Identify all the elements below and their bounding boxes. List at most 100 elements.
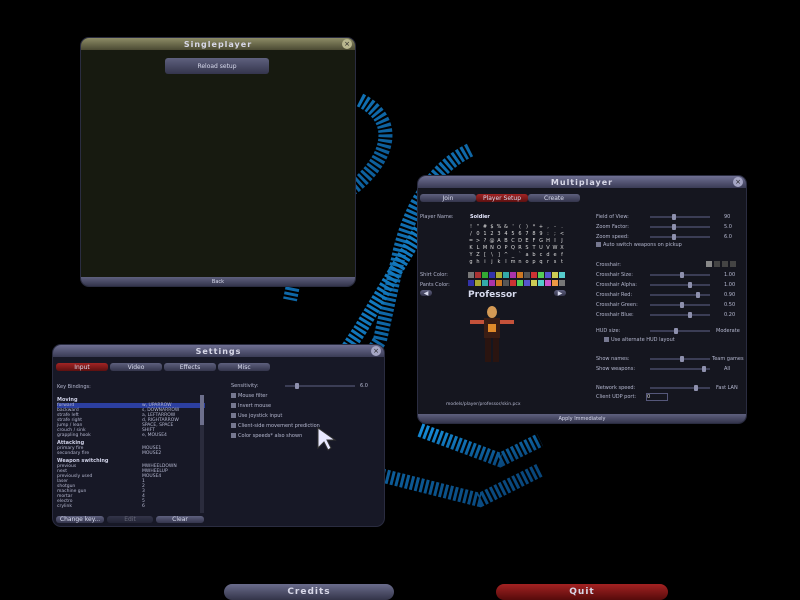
palette-glyph[interactable]: . (559, 224, 565, 230)
crosshair-setting-slider[interactable] (650, 302, 710, 308)
color-swatch[interactable] (531, 280, 537, 286)
palette-glyph[interactable]: F (531, 238, 537, 244)
color-swatch[interactable] (545, 272, 551, 278)
sensitivity-slider[interactable] (285, 383, 355, 389)
palette-glyph[interactable]: & (503, 224, 509, 230)
color-swatch[interactable] (559, 272, 565, 278)
palette-glyph[interactable]: h (475, 259, 481, 265)
edit-button[interactable]: Edit (107, 516, 153, 523)
palette-glyph[interactable]: l (503, 259, 509, 265)
key-binding-row[interactable]: secondary fire MOUSE2 (57, 451, 205, 456)
color-swatch[interactable] (475, 272, 481, 278)
color-swatch[interactable] (538, 272, 544, 278)
palette-glyph[interactable]: + (538, 224, 544, 230)
setting-slider[interactable] (650, 214, 710, 220)
palette-glyph[interactable]: 3 (496, 231, 502, 237)
palette-glyph[interactable]: ! (468, 224, 474, 230)
palette-glyph[interactable]: 0 (475, 231, 481, 237)
palette-glyph[interactable]: f (559, 252, 565, 258)
palette-glyph[interactable]: ; (552, 231, 558, 237)
multiplayer-titlebar[interactable]: Multiplayer (418, 176, 746, 188)
palette-glyph[interactable]: / (468, 231, 474, 237)
palette-glyph[interactable]: _ (510, 252, 516, 258)
palette-glyph[interactable]: b (531, 252, 537, 258)
palette-glyph[interactable]: Q (510, 245, 516, 251)
palette-glyph[interactable]: S (524, 245, 530, 251)
palette-glyph[interactable]: a (524, 252, 530, 258)
color-swatch[interactable] (468, 272, 474, 278)
player-name-field[interactable]: Soldier (470, 214, 490, 220)
tab-input[interactable]: Input (56, 363, 108, 371)
palette-glyph[interactable]: 4 (503, 231, 509, 237)
palette-glyph[interactable]: I (552, 238, 558, 244)
palette-glyph[interactable]: L (475, 245, 481, 251)
settings-checkbox[interactable]: Mouse filter (231, 393, 267, 399)
tab-player-setup[interactable]: Player Setup (476, 194, 528, 202)
apply-immediately-button[interactable]: Apply Immediately (418, 414, 746, 423)
palette-glyph[interactable]: ^ (503, 252, 509, 258)
palette-glyph[interactable]: o (524, 259, 530, 265)
palette-glyph[interactable]: C (510, 238, 516, 244)
palette-glyph[interactable]: Z (475, 252, 481, 258)
palette-glyph[interactable]: % (496, 224, 502, 230)
palette-glyph[interactable]: r (545, 259, 551, 265)
clear-button[interactable]: Clear (156, 516, 204, 523)
close-icon[interactable]: × (342, 39, 352, 49)
color-swatch[interactable] (531, 272, 537, 278)
settings-checkbox[interactable]: Invert mouse (231, 403, 271, 409)
palette-glyph[interactable]: ? (482, 238, 488, 244)
palette-glyph[interactable]: j (489, 259, 495, 265)
palette-glyph[interactable]: : (545, 231, 551, 237)
show-names-slider[interactable] (650, 356, 710, 362)
palette-glyph[interactable]: U (538, 245, 544, 251)
palette-glyph[interactable]: 9 (538, 231, 544, 237)
alt-hud-checkbox[interactable]: Use alternate HUD layout (604, 337, 675, 343)
character-palette[interactable]: ! " # $% & '() * +, -. /0 1 2 3 4 5 6 7 8 9:; < = >? @ A B C D E F G H… (468, 224, 568, 294)
palette-glyph[interactable]: E (524, 238, 530, 244)
palette-glyph[interactable]: # (482, 224, 488, 230)
palette-glyph[interactable]: 8 (531, 231, 537, 237)
settings-checkbox[interactable]: Color speeds* also shown (231, 433, 302, 439)
tab-create[interactable]: Create (528, 194, 580, 202)
palette-glyph[interactable]: W (552, 245, 558, 251)
palette-glyph[interactable]: N (489, 245, 495, 251)
color-swatch[interactable] (517, 280, 523, 286)
singleplayer-titlebar[interactable]: Singleplayer (81, 38, 355, 50)
crosshair-setting-slider[interactable] (650, 312, 710, 318)
tab-effects[interactable]: Effects (164, 363, 216, 371)
close-icon[interactable]: × (371, 346, 381, 356)
back-button[interactable]: Back (81, 277, 355, 286)
palette-glyph[interactable]: A (496, 238, 502, 244)
palette-glyph[interactable]: e (552, 252, 558, 258)
palette-glyph[interactable]: M (482, 245, 488, 251)
network-speed-slider[interactable] (650, 385, 710, 391)
model-next-button[interactable]: ▶ (554, 290, 566, 297)
palette-glyph[interactable]: i (482, 259, 488, 265)
palette-glyph[interactable]: m (510, 259, 516, 265)
palette-glyph[interactable]: g (468, 259, 474, 265)
palette-glyph[interactable]: T (531, 245, 537, 251)
crosshair-setting-slider[interactable] (650, 282, 710, 288)
auto-switch-checkbox[interactable]: Auto switch weapons on pickup (596, 242, 682, 248)
palette-glyph[interactable]: $ (489, 224, 495, 230)
settings-checkbox[interactable]: Client-side movement prediction (231, 423, 320, 429)
palette-glyph[interactable]: " (475, 224, 481, 230)
color-swatch[interactable] (496, 280, 502, 286)
model-prev-button[interactable]: ◀ (420, 290, 432, 297)
key-bindings-list[interactable]: Moving forward w, UPARROW backward s, DOWNAR… (57, 395, 205, 509)
settings-checkbox[interactable]: Use joystick input (231, 413, 282, 419)
palette-glyph[interactable]: 1 (482, 231, 488, 237)
palette-glyph[interactable]: p (531, 259, 537, 265)
key-binding-row[interactable]: grappling hook e, MOUSE4 (57, 433, 205, 438)
palette-glyph[interactable]: ' (510, 224, 516, 230)
tab-join[interactable]: Join (420, 194, 476, 202)
palette-glyph[interactable]: s (552, 259, 558, 265)
palette-glyph[interactable]: \ (489, 252, 495, 258)
color-swatch[interactable] (482, 272, 488, 278)
palette-glyph[interactable]: k (496, 259, 502, 265)
palette-glyph[interactable]: G (538, 238, 544, 244)
crosshair-picker[interactable] (706, 261, 740, 267)
palette-glyph[interactable]: ] (496, 252, 502, 258)
color-swatch[interactable] (545, 280, 551, 286)
color-swatch[interactable] (503, 280, 509, 286)
